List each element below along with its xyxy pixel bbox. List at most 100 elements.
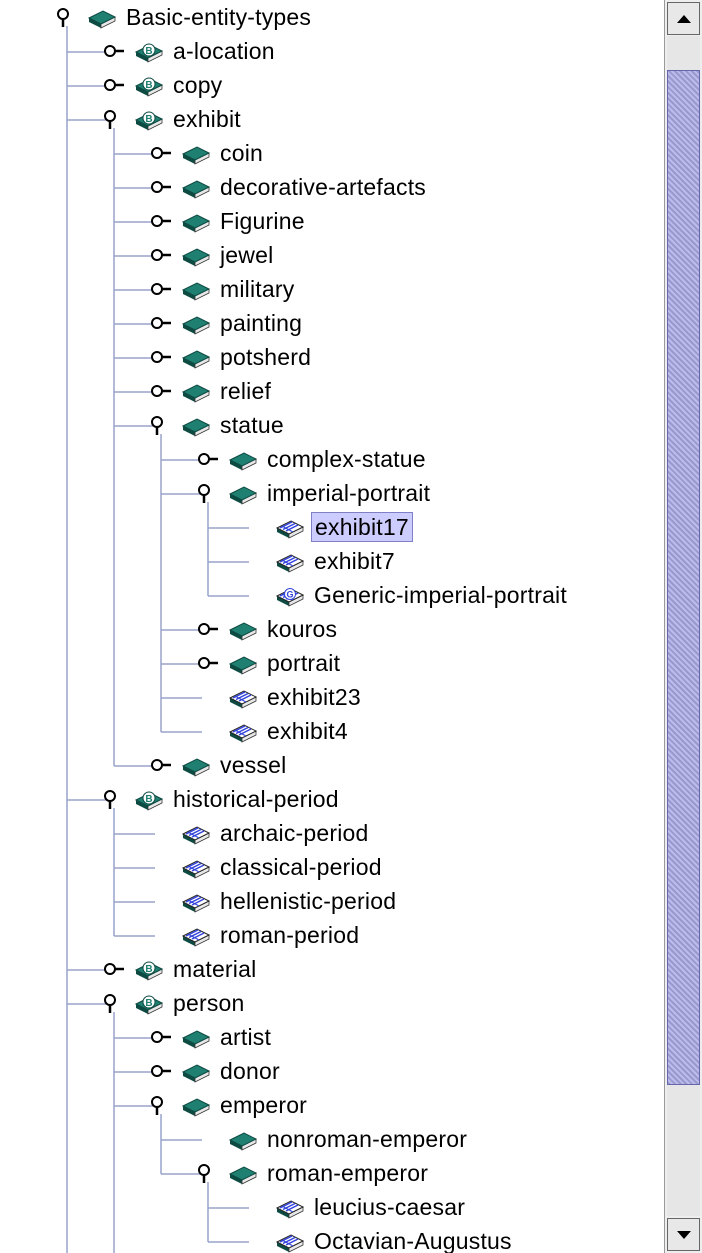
tree-node-person[interactable]: B person — [102, 988, 248, 1018]
collapsed-handle-icon[interactable] — [149, 347, 175, 367]
collapsed-handle-icon[interactable] — [149, 279, 175, 299]
tree-node-roman-emperor[interactable]: roman-emperor — [196, 1158, 431, 1188]
tree-node-imperial-portrait[interactable]: imperial-portrait — [196, 478, 433, 508]
tree-node-exhibit7[interactable]: exhibit7 — [243, 546, 398, 576]
tree-node-decorative-artefacts[interactable]: decorative-artefacts — [149, 172, 429, 202]
tree-node-label[interactable]: vessel — [217, 750, 289, 780]
tree-node-emperor[interactable]: emperor — [149, 1090, 310, 1120]
tree-node-hellenistic-period[interactable]: hellenistic-period — [149, 886, 399, 916]
tree-node-exhibit4[interactable]: exhibit4 — [196, 716, 351, 746]
tree-node-painting[interactable]: painting — [149, 308, 305, 338]
tree-node-label[interactable]: hellenistic-period — [217, 886, 399, 916]
tree-node-label[interactable]: exhibit7 — [311, 546, 398, 576]
tree-node-copy[interactable]: B copy — [102, 70, 225, 100]
collapsed-handle-icon[interactable] — [149, 313, 175, 333]
tree-node-label[interactable]: imperial-portrait — [264, 478, 433, 508]
expanded-handle-icon[interactable] — [102, 109, 128, 129]
expanded-handle-icon[interactable] — [102, 993, 128, 1013]
tree-node-historical-period[interactable]: B historical-period — [102, 784, 342, 814]
collapsed-handle-icon[interactable] — [149, 755, 175, 775]
tree-node-label[interactable]: emperor — [217, 1090, 310, 1120]
tree-node-label[interactable]: person — [170, 988, 248, 1018]
collapsed-handle-icon[interactable] — [149, 211, 175, 231]
tree-node-donor[interactable]: donor — [149, 1056, 283, 1086]
tree-node-label[interactable]: archaic-period — [217, 818, 372, 848]
collapsed-handle-icon[interactable] — [149, 381, 175, 401]
tree-node-archaic-period[interactable]: archaic-period — [149, 818, 372, 848]
tree-node-label[interactable]: roman-emperor — [264, 1158, 431, 1188]
tree-node-exhibit23[interactable]: exhibit23 — [196, 682, 364, 712]
collapsed-handle-icon[interactable] — [196, 653, 222, 673]
tree-node-label[interactable]: historical-period — [170, 784, 342, 814]
tree-node-statue[interactable]: statue — [149, 410, 287, 440]
collapsed-handle-icon[interactable] — [102, 75, 128, 95]
expanded-handle-icon[interactable] — [196, 1163, 222, 1183]
tree-node-label[interactable]: nonroman-emperor — [264, 1124, 470, 1154]
tree-node-label[interactable]: statue — [217, 410, 287, 440]
collapsed-handle-icon[interactable] — [149, 1061, 175, 1081]
tree-node-basic-entity-types[interactable]: Basic-entity-types — [55, 2, 314, 32]
tree-node-label[interactable]: jewel — [217, 240, 276, 270]
tree-node-label[interactable]: classical-period — [217, 852, 385, 882]
expanded-handle-icon[interactable] — [196, 483, 222, 503]
tree-node-label[interactable]: Generic-imperial-portrait — [311, 580, 570, 610]
tree-node-kouros[interactable]: kouros — [196, 614, 340, 644]
tree-node-label[interactable]: potsherd — [217, 342, 314, 372]
tree-node-label[interactable]: exhibit23 — [264, 682, 364, 712]
tree-node-exhibit17[interactable]: exhibit17 — [243, 512, 413, 542]
tree-node-roman-period[interactable]: roman-period — [149, 920, 362, 950]
tree-node-jewel[interactable]: jewel — [149, 240, 276, 270]
collapsed-handle-icon[interactable] — [149, 177, 175, 197]
tree-node-label[interactable]: Octavian-Augustus — [311, 1226, 515, 1253]
tree-node-label[interactable]: complex-statue — [264, 444, 429, 474]
tree-node-classical-period[interactable]: classical-period — [149, 852, 385, 882]
tree-node-label[interactable]: copy — [170, 70, 225, 100]
tree-node-label[interactable]: Basic-entity-types — [123, 2, 314, 32]
tree-node-leucius-caesar[interactable]: leucius-caesar — [243, 1192, 468, 1222]
tree-node-complex-statue[interactable]: complex-statue — [196, 444, 429, 474]
tree-node-octavian-augustus[interactable]: Octavian-Augustus — [243, 1226, 515, 1253]
tree-node-label[interactable]: exhibit4 — [264, 716, 351, 746]
tree-node-exhibit[interactable]: B exhibit — [102, 104, 244, 134]
tree-node-label[interactable]: Figurine — [217, 206, 308, 236]
tree-node-label[interactable]: decorative-artefacts — [217, 172, 429, 202]
scroll-thumb[interactable] — [667, 70, 700, 1085]
collapsed-handle-icon[interactable] — [102, 959, 128, 979]
tree-node-potsherd[interactable]: potsherd — [149, 342, 314, 372]
tree-node-label[interactable]: exhibit17 — [311, 512, 413, 542]
tree-node-relief[interactable]: relief — [149, 376, 274, 406]
tree-node-portrait[interactable]: portrait — [196, 648, 343, 678]
tree-node-material[interactable]: B material — [102, 954, 259, 984]
tree-node-generic-imperial-portrait[interactable]: G Generic-imperial-portrait — [243, 580, 570, 610]
tree-node-label[interactable]: a-location — [170, 36, 278, 66]
tree-node-label[interactable]: coin — [217, 138, 266, 168]
tree-node-figurine[interactable]: Figurine — [149, 206, 308, 236]
tree-node-label[interactable]: military — [217, 274, 297, 304]
tree-node-artist[interactable]: artist — [149, 1022, 274, 1052]
tree-node-coin[interactable]: coin — [149, 138, 266, 168]
collapsed-handle-icon[interactable] — [196, 619, 222, 639]
collapsed-handle-icon[interactable] — [149, 1027, 175, 1047]
collapsed-handle-icon[interactable] — [102, 41, 128, 61]
tree-node-label[interactable]: painting — [217, 308, 305, 338]
expanded-handle-icon[interactable] — [149, 415, 175, 435]
tree-node-label[interactable]: leucius-caesar — [311, 1192, 468, 1222]
collapsed-handle-icon[interactable] — [149, 245, 175, 265]
tree-node-a-location[interactable]: B a-location — [102, 36, 278, 66]
scroll-up-button[interactable] — [667, 2, 700, 35]
collapsed-handle-icon[interactable] — [149, 143, 175, 163]
expanded-handle-icon[interactable] — [149, 1095, 175, 1115]
expanded-handle-icon[interactable] — [55, 7, 81, 27]
tree-node-military[interactable]: military — [149, 274, 297, 304]
scroll-track[interactable] — [667, 36, 700, 1216]
tree-node-label[interactable]: kouros — [264, 614, 340, 644]
collapsed-handle-icon[interactable] — [196, 449, 222, 469]
tree-node-label[interactable]: portrait — [264, 648, 343, 678]
tree-node-label[interactable]: exhibit — [170, 104, 244, 134]
tree-node-label[interactable]: artist — [217, 1022, 274, 1052]
tree-node-label[interactable]: roman-period — [217, 920, 362, 950]
tree-node-label[interactable]: relief — [217, 376, 274, 406]
vertical-scrollbar[interactable] — [664, 0, 702, 1253]
tree-node-nonroman-emperor[interactable]: nonroman-emperor — [196, 1124, 470, 1154]
tree-node-vessel[interactable]: vessel — [149, 750, 289, 780]
